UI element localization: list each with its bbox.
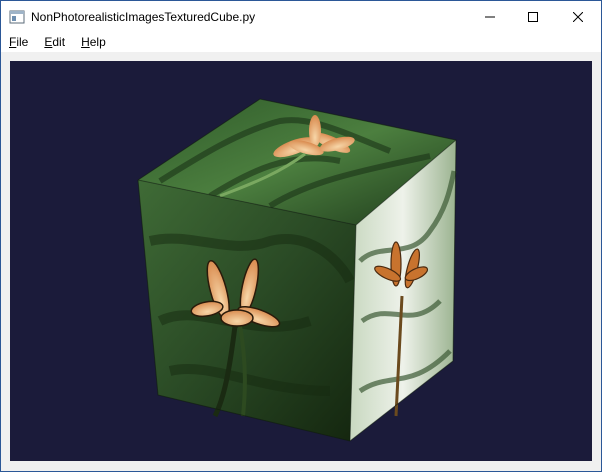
close-icon: [573, 11, 583, 22]
render-viewport[interactable]: [10, 61, 592, 461]
window-title: NonPhotorealisticImagesTexturedCube.py: [31, 10, 256, 24]
app-window: NonPhotorealisticImagesTexturedCube.py F…: [0, 0, 602, 472]
close-button[interactable]: [555, 1, 601, 32]
menu-edit[interactable]: Edit: [36, 32, 73, 52]
maximize-icon: [528, 11, 538, 22]
menu-edit-label: dit: [52, 35, 66, 49]
minimize-button[interactable]: [467, 1, 513, 32]
menu-bar: File Edit Help: [1, 32, 601, 52]
minimize-icon: [485, 16, 495, 17]
menu-help-label: elp: [89, 35, 106, 49]
menu-help-mnemonic: H: [81, 35, 90, 49]
menu-file-label: ile: [16, 35, 29, 49]
textured-cube[interactable]: [10, 61, 592, 461]
menu-help[interactable]: Help: [73, 32, 114, 52]
menu-file[interactable]: File: [1, 32, 36, 52]
app-icon: [9, 10, 25, 24]
maximize-button[interactable]: [510, 1, 556, 32]
title-bar[interactable]: NonPhotorealisticImagesTexturedCube.py: [1, 1, 601, 32]
